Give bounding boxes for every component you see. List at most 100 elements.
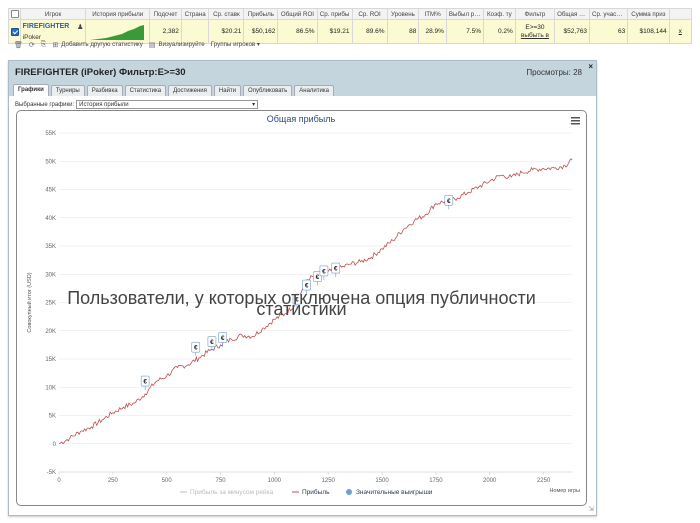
legend: Прибыль за минусом рейка Прибыль Значитель… <box>180 488 433 496</box>
big-win-marker[interactable]: € <box>218 332 227 347</box>
legend-label: Прибыль за минусом рейка <box>190 488 274 496</box>
table-toolbar: 🗑 ⟳ ⎘ ⊞ Добавить другую статистику ▤ Визуа… <box>8 39 692 50</box>
copy-icon[interactable]: ⎘ <box>41 41 47 49</box>
close-icon[interactable]: × <box>588 62 593 71</box>
x-tick-label: 1250 <box>322 478 336 484</box>
euro-icon: € <box>221 335 225 342</box>
refresh-icon[interactable]: ⟳ <box>29 41 35 49</box>
menu-icon[interactable] <box>571 117 580 125</box>
col-header[interactable]: Коэф. ту <box>483 8 516 20</box>
tab-find[interactable]: Найти <box>213 85 242 96</box>
tab-analytics[interactable]: Аналитика <box>294 85 334 96</box>
y-tick-label: 40K <box>45 216 56 222</box>
y-tick-label: 35K <box>45 244 56 250</box>
y-tick-label: 45K <box>45 188 56 194</box>
profit-chart: Общая прибыль -5K05K10K15K20K25K30K35K40… <box>26 114 580 496</box>
legend-label: Прибыль <box>302 488 330 496</box>
col-header[interactable]: Игрок <box>19 8 87 20</box>
plus-icon: ⊞ <box>52 41 59 49</box>
col-header[interactable]: Уровень <box>386 8 420 20</box>
legend-item[interactable]: Прибыль за минусом рейка <box>180 488 274 496</box>
add-statistic-button[interactable]: ⊞ Добавить другую статистику <box>52 41 142 49</box>
y-tick-label: -5K <box>47 470 56 476</box>
big-win-marker[interactable]: € <box>444 194 454 210</box>
euro-icon: € <box>194 345 198 352</box>
x-tick-label: 1500 <box>375 478 389 484</box>
tab-charts[interactable]: Графики <box>13 84 49 96</box>
col-header[interactable]: История прибыли <box>85 8 151 20</box>
col-header[interactable]: Прибыль <box>243 8 279 20</box>
player-groups-label: Группы игроков ▾ <box>210 41 261 48</box>
euro-icon: € <box>143 379 147 386</box>
col-header[interactable]: Сумма приз <box>627 8 670 20</box>
panel-title: FIREFIGHTER (iPoker) Фильтр:E>=30 <box>15 66 186 78</box>
col-header[interactable]: Общая ста <box>554 8 591 20</box>
filter-value: E>=30 <box>525 23 545 31</box>
tab-achievements[interactable]: Достижения <box>168 85 212 96</box>
player-groups-dropdown[interactable]: Группы игроков ▾ <box>211 41 260 48</box>
col-header[interactable]: ITM% <box>418 8 447 20</box>
col-header[interactable]: Ср. ROI <box>351 8 388 20</box>
chart-selector-row: Выбранные графики: История прибыли <box>15 100 259 109</box>
person-icon[interactable]: ♟ <box>77 23 83 31</box>
col-header[interactable]: Ср. ставк <box>208 8 245 20</box>
tab-tournaments[interactable]: Турниры <box>50 85 85 96</box>
series-profit <box>58 158 573 445</box>
x-tick-label: 500 <box>162 478 173 484</box>
y-tick-label: 30K <box>45 272 56 278</box>
player-panel: FIREFIGHTER (iPoker) Фильтр:E>=30 Просмо… <box>8 60 597 516</box>
big-win-marker[interactable]: € <box>331 262 341 278</box>
player-name-link[interactable]: FIREFIGHTER <box>23 23 84 30</box>
legend-item[interactable]: Прибыль <box>292 488 330 496</box>
delete-icon[interactable]: 🗑 <box>14 41 23 49</box>
col-header[interactable]: Фильтр <box>514 8 556 20</box>
series-line <box>58 158 573 445</box>
views-count: Просмотры: 28 <box>526 67 582 77</box>
visualize-button[interactable]: ▤ Визуализируйте <box>149 41 205 49</box>
resize-grip[interactable]: ⇲ <box>588 505 594 513</box>
tab-breakdown[interactable]: Разбивка <box>86 85 123 96</box>
big-win-marker[interactable]: € <box>140 375 150 391</box>
select-all-checkbox[interactable] <box>8 8 21 20</box>
y-axis: -5K 0 5K 10K 15K 20K 25K 30K 35K 40K 45K 50K 55K <box>45 131 56 476</box>
panel-header: FIREFIGHTER (iPoker) Фильтр:E>=30 Просмо… <box>9 61 596 83</box>
chart-title: Общая прибыль <box>267 114 336 124</box>
euro-icon: € <box>210 339 214 346</box>
chart-frame: Общая прибыль -5K 0 5K 10K 15K 20K 25K 30K 35K 40… <box>16 110 587 506</box>
big-win-marker[interactable]: € <box>302 279 311 295</box>
col-header[interactable]: Выбыл рано <box>445 8 485 20</box>
tab-publish[interactable]: Опубликовать <box>243 85 293 96</box>
chart-selector-dropdown[interactable]: История прибыли <box>76 100 259 109</box>
tab-statistics[interactable]: Статистика <box>124 85 167 96</box>
col-header[interactable]: Ср. прибы <box>316 8 353 20</box>
euro-icon: € <box>316 274 320 281</box>
grid <box>59 132 572 473</box>
euro-icon: € <box>295 297 299 304</box>
col-header[interactable]: Общий ROI <box>277 8 318 20</box>
euro-icon: € <box>322 268 326 275</box>
y-tick-label: 25K <box>45 301 56 307</box>
col-header[interactable]: Подсчет <box>149 8 182 20</box>
big-win-marker[interactable]: € <box>191 341 201 357</box>
y-tick-label: 10K <box>45 385 56 391</box>
sparkline-graph <box>90 24 145 40</box>
chart-selector-label: Выбранные графики: <box>15 101 75 108</box>
euro-icon: € <box>447 198 451 205</box>
x-tick-label: 2000 <box>483 478 497 484</box>
tab-strip: Графики Турниры Разбивка Статистика Дост… <box>9 83 596 96</box>
euro-icon: € <box>334 266 338 273</box>
euro-icon: € <box>305 283 309 290</box>
x-axis: 0 250 500 750 1000 1250 1500 1750 2000 2250 <box>57 471 572 484</box>
x-tick-label: 250 <box>108 478 119 484</box>
big-wins-markers: €€€€€€€€ €€ <box>140 194 454 391</box>
legend-label: Значительные выигрыши <box>356 489 433 496</box>
x-tick-label: 1750 <box>429 478 443 484</box>
col-header-empty <box>668 8 693 20</box>
col-header[interactable]: Страна <box>180 8 210 20</box>
y-tick-label: 55K <box>45 131 56 137</box>
legend-item[interactable]: Значительные выигрыши <box>346 489 433 496</box>
x-axis-label: Номер игры <box>549 488 580 494</box>
x-tick-label: 2250 <box>537 478 551 484</box>
table-header-row: Игрок История прибыли Подсчет Страна Ср.… <box>8 8 693 20</box>
col-header[interactable]: Ср. участни <box>589 8 629 20</box>
